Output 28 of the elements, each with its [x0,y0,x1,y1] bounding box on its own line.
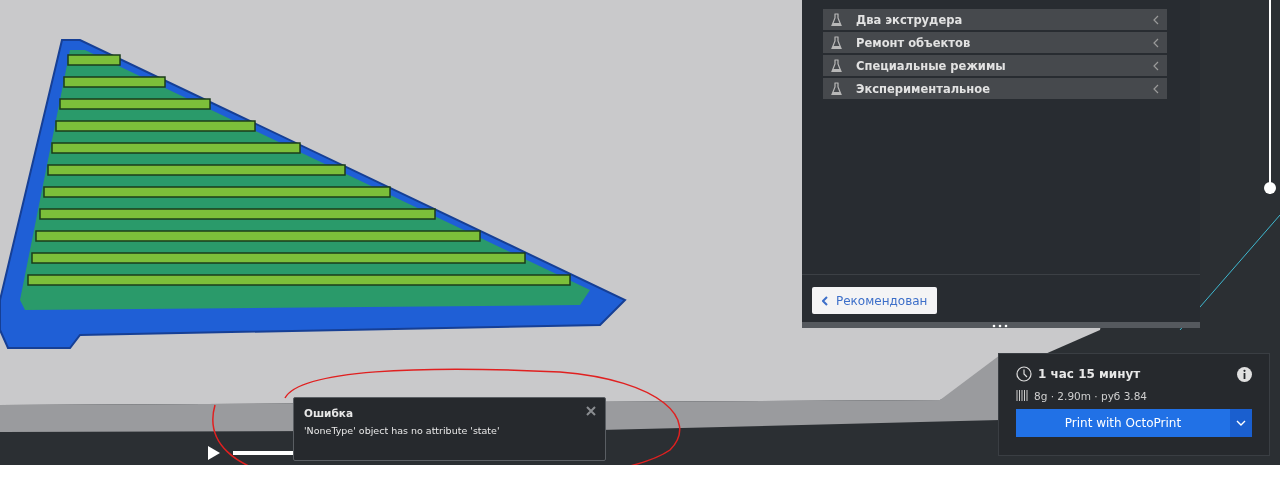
print-time: 1 час 15 минут [1038,367,1141,381]
print-button[interactable]: Print with OctoPrint [1016,409,1230,437]
play-icon[interactable] [207,445,221,461]
close-icon[interactable] [586,406,596,416]
error-title: Ошибка [304,407,354,419]
flask-icon [831,12,842,27]
settings-category[interactable]: Специальные режимы [823,55,1167,76]
filament-icon [1016,389,1028,402]
flask-icon [831,81,842,96]
chevron-left-icon [1153,37,1159,48]
settings-category[interactable]: Экспериментальное [823,78,1167,99]
simulation-slider-fill[interactable] [233,451,293,455]
chevron-down-icon [1236,420,1246,426]
material-info: 8g · 2.90m · руб 3.84 [1034,389,1148,402]
chevron-left-icon [1153,83,1159,94]
flask-icon [831,35,842,50]
info-icon[interactable] [1237,366,1252,382]
chevron-left-icon [1153,60,1159,71]
settings-category[interactable]: Ремонт объектов [823,32,1167,53]
flask-icon [831,58,842,73]
settings-category[interactable]: Два экструдера [823,9,1167,30]
chevron-left-icon [1153,14,1159,25]
print-options-button[interactable] [1230,409,1252,437]
recommended-button[interactable]: Рекомендован [812,287,938,314]
chevron-left-icon [822,295,828,306]
drag-handle-icon[interactable] [992,324,1008,328]
clock-icon [1016,366,1032,382]
error-text: 'NoneType' object has no attribute 'state' [304,425,501,436]
